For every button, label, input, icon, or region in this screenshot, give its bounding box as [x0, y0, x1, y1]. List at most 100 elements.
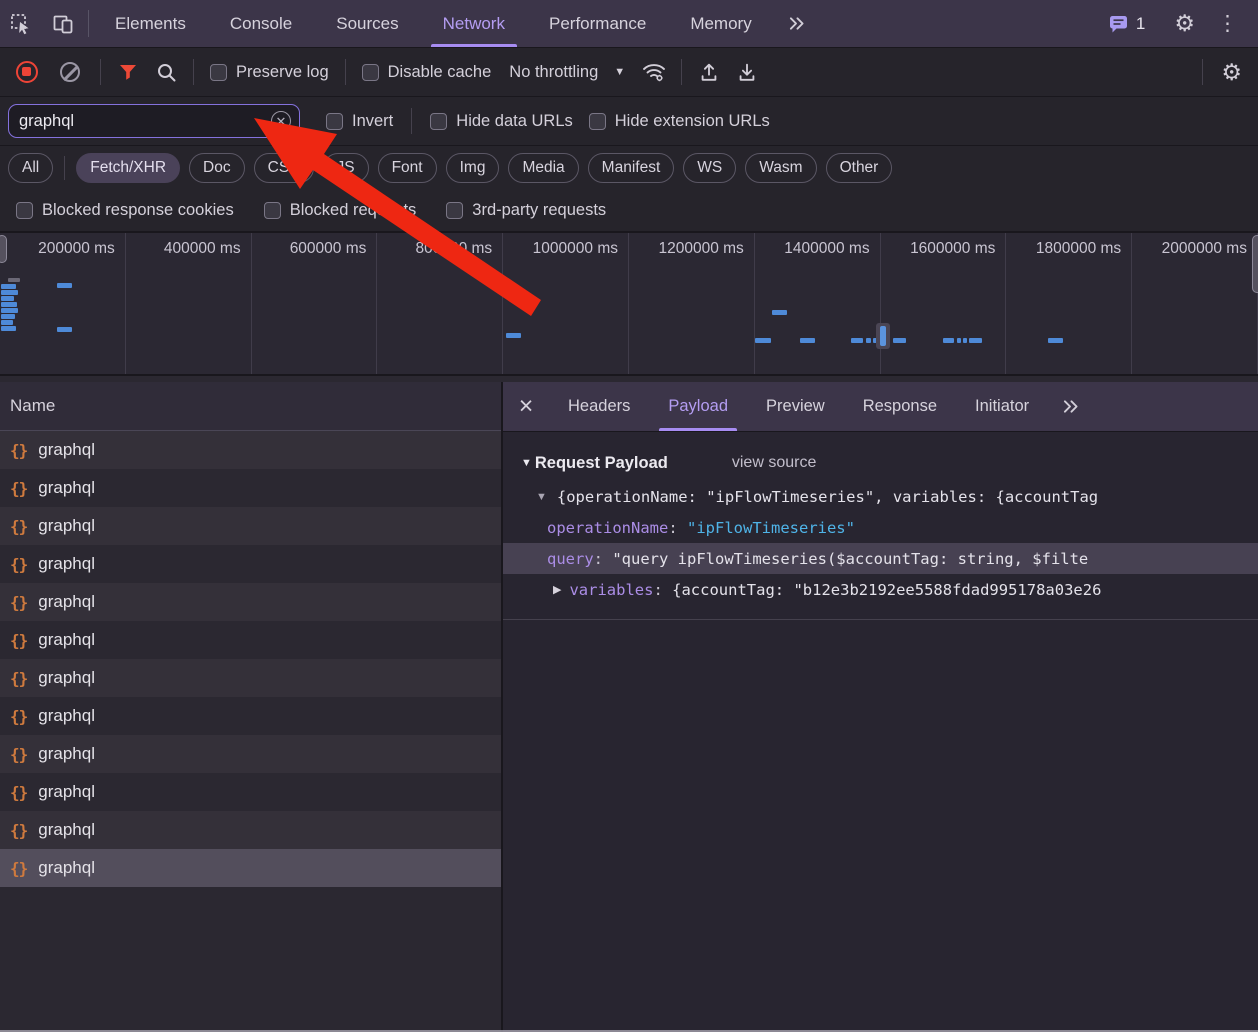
- clear-network-log-button[interactable]: [60, 62, 80, 82]
- requests-list: {}graphql{}graphql{}graphql{}graphql{}gr…: [0, 431, 501, 887]
- tab-memory[interactable]: Memory: [668, 0, 773, 47]
- details-tab-response[interactable]: Response: [844, 382, 956, 431]
- payload-row-variables[interactable]: ▶ variables: {accountTag: "b12e3b2192ee5…: [503, 574, 1258, 605]
- chip-font[interactable]: Font: [378, 153, 437, 183]
- request-row[interactable]: {}graphql: [0, 849, 501, 887]
- waterfall-bar: [772, 310, 787, 315]
- export-har-button[interactable]: [728, 55, 766, 89]
- waterfall-bar: [893, 338, 906, 343]
- details-tab-initiator[interactable]: Initiator: [956, 382, 1048, 431]
- name-column-header[interactable]: Name: [0, 382, 501, 431]
- request-row[interactable]: {}graphql: [0, 469, 501, 507]
- request-row[interactable]: {}graphql: [0, 507, 501, 545]
- waterfall-bar: [1, 302, 17, 307]
- timeline-tick-label: 1200000 ms: [658, 240, 743, 258]
- hide-extension-urls-checkbox[interactable]: [589, 113, 606, 130]
- details-tab-headers[interactable]: Headers: [549, 382, 649, 431]
- blocked-requests-label: Blocked requests: [290, 201, 417, 220]
- blocked-requests-checkbox[interactable]: [264, 202, 281, 219]
- request-row[interactable]: {}graphql: [0, 697, 501, 735]
- fetch-xhr-icon: {}: [10, 631, 27, 650]
- chip-js[interactable]: JS: [323, 153, 369, 183]
- chip-css[interactable]: CSS: [254, 153, 314, 183]
- chip-media[interactable]: Media: [508, 153, 578, 183]
- request-row[interactable]: {}graphql: [0, 811, 501, 849]
- details-tab-preview[interactable]: Preview: [747, 382, 844, 431]
- details-tabbar: × HeadersPayloadPreviewResponseInitiator: [503, 382, 1258, 432]
- details-tab-payload[interactable]: Payload: [649, 382, 747, 431]
- tab-console[interactable]: Console: [208, 0, 314, 47]
- 3rd-party-requests-checkbox[interactable]: [446, 202, 463, 219]
- more-details-tabs-button[interactable]: [1048, 382, 1093, 431]
- device-toolbar-button[interactable]: [42, 0, 84, 47]
- hide-data-urls-option: Hide data URLs: [422, 112, 580, 131]
- payload-content: ▼ Request Payload view source ▼ {operati…: [503, 432, 1258, 1032]
- chip-ws[interactable]: WS: [683, 153, 736, 183]
- close-details-button[interactable]: ×: [503, 382, 549, 431]
- invert-checkbox[interactable]: [326, 113, 343, 130]
- payload-root-row[interactable]: ▼ {operationName: "ipFlowTimeseries", va…: [503, 481, 1258, 512]
- chip-all[interactable]: All: [8, 153, 53, 183]
- disable-cache-checkbox[interactable]: [362, 64, 379, 81]
- overview-scroll-handle-left[interactable]: [0, 235, 7, 263]
- issues-count: 1: [1136, 14, 1145, 34]
- search-button[interactable]: [147, 55, 185, 89]
- network-overview-timeline[interactable]: 200000 ms400000 ms600000 ms800000 ms1000…: [0, 233, 1258, 376]
- issues-counter[interactable]: 1: [1098, 14, 1155, 34]
- request-row[interactable]: {}graphql: [0, 735, 501, 773]
- tab-sources[interactable]: Sources: [314, 0, 420, 47]
- network-conditions-icon: [641, 61, 667, 83]
- chip-wasm[interactable]: Wasm: [745, 153, 816, 183]
- request-row[interactable]: {}graphql: [0, 773, 501, 811]
- settings-gear-icon[interactable]: ⚙: [1164, 12, 1205, 35]
- json-value: "ipFlowTimeseries": [687, 519, 855, 537]
- preserve-log-option: Preserve log: [202, 63, 337, 82]
- chip-doc[interactable]: Doc: [189, 153, 245, 183]
- view-source-link[interactable]: view source: [732, 454, 816, 472]
- chip-manifest[interactable]: Manifest: [588, 153, 675, 183]
- hide-data-urls-checkbox[interactable]: [430, 113, 447, 130]
- filter-toggle-button[interactable]: [109, 55, 147, 89]
- overview-scroll-handle-right[interactable]: [1252, 235, 1258, 293]
- tab-network[interactable]: Network: [421, 0, 527, 47]
- chip-fetch-xhr[interactable]: Fetch/XHR: [76, 153, 180, 183]
- request-row[interactable]: {}graphql: [0, 545, 501, 583]
- payload-root-preview: {operationName: "ipFlowTimeseries", vari…: [557, 488, 1098, 506]
- timeline-tick-label: 200000 ms: [38, 240, 115, 258]
- request-name: graphql: [38, 858, 95, 878]
- chip-other[interactable]: Other: [826, 153, 893, 183]
- blocked-response-cookies-checkbox[interactable]: [16, 202, 33, 219]
- tab-performance[interactable]: Performance: [527, 0, 668, 47]
- clear-filter-icon[interactable]: ✕: [271, 111, 291, 131]
- fetch-xhr-icon: {}: [10, 441, 27, 460]
- request-payload-section[interactable]: ▼ Request Payload view source: [503, 445, 1258, 481]
- throttling-select[interactable]: No throttling ▼: [499, 63, 635, 82]
- request-row[interactable]: {}graphql: [0, 583, 501, 621]
- waterfall-bar: [1, 284, 16, 289]
- import-har-button[interactable]: [690, 55, 728, 89]
- payload-row-query[interactable]: query: "query ipFlowTimeseries($accountT…: [503, 543, 1258, 574]
- inspect-element-button[interactable]: [0, 0, 42, 47]
- blocked-response-cookies-label: Blocked response cookies: [42, 201, 234, 220]
- payload-row-operationname[interactable]: operationName: "ipFlowTimeseries": [503, 512, 1258, 543]
- network-conditions-button[interactable]: [635, 55, 673, 89]
- chip-img[interactable]: Img: [446, 153, 500, 183]
- more-tabs-button[interactable]: [774, 0, 819, 47]
- request-row[interactable]: {}graphql: [0, 431, 501, 469]
- waterfall-bar: [957, 338, 961, 343]
- waterfall-bar: [57, 283, 72, 288]
- request-row[interactable]: {}graphql: [0, 621, 501, 659]
- kebab-menu-icon[interactable]: ⋮: [1205, 11, 1250, 36]
- request-payload-title: Request Payload: [535, 454, 668, 473]
- record-network-log-button[interactable]: [16, 61, 38, 83]
- timeline-section: 800000 ms: [377, 233, 503, 374]
- preserve-log-checkbox[interactable]: [210, 64, 227, 81]
- devtools-window: ElementsConsoleSourcesNetworkPerformance…: [0, 0, 1258, 1032]
- network-settings-gear-icon[interactable]: ⚙: [1211, 61, 1252, 84]
- waterfall-bar: [1, 320, 13, 325]
- request-row[interactable]: {}graphql: [0, 659, 501, 697]
- request-name: graphql: [38, 668, 95, 688]
- filter-input[interactable]: [19, 112, 271, 131]
- timeline-section: 600000 ms: [252, 233, 378, 374]
- tab-elements[interactable]: Elements: [93, 0, 208, 47]
